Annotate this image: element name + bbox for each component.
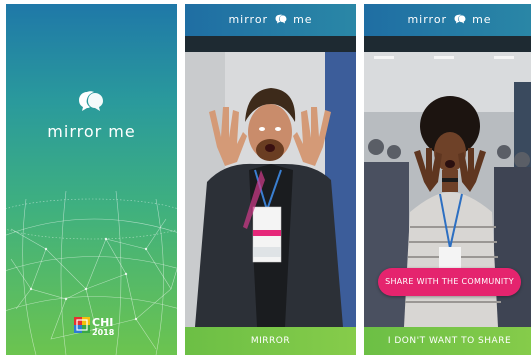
header-title: mirror me [185, 13, 356, 26]
camera-feed-photo [185, 52, 356, 327]
share-screen: mirror me SHARE WITH THE COMMUNITY I DON… [364, 4, 531, 355]
mirror-screen: mirror me MIRROR [185, 4, 356, 355]
camera-top-strip [364, 36, 531, 52]
mirror-me-logo-icon [454, 14, 466, 24]
mirror-button-label: MIRROR [250, 336, 291, 346]
header-title-right: me [472, 13, 492, 26]
share-with-community-button[interactable]: SHARE WITH THE COMMUNITY [378, 268, 521, 296]
camera-top-strip [185, 36, 356, 52]
header-title-right: me [293, 13, 313, 26]
header-title: mirror me [364, 13, 531, 26]
mirror-me-logo-icon [79, 91, 103, 111]
conference-year: 2018 [92, 328, 115, 337]
mirror-me-logo-icon [275, 14, 287, 24]
splash-screen: mirror me CHI 2018 [6, 4, 177, 355]
header-title-left: mirror [407, 13, 448, 26]
mirror-button[interactable]: MIRROR [185, 327, 356, 355]
app-header: mirror me [185, 4, 356, 36]
share-button-label: SHARE WITH THE COMMUNITY [385, 277, 514, 286]
app-header: mirror me [364, 4, 531, 36]
header-title-left: mirror [228, 13, 269, 26]
decline-share-button[interactable]: I DON'T WANT TO SHARE [364, 327, 531, 355]
app-name-title: mirror me [47, 122, 136, 141]
decline-share-label: I DON'T WANT TO SHARE [387, 336, 512, 346]
